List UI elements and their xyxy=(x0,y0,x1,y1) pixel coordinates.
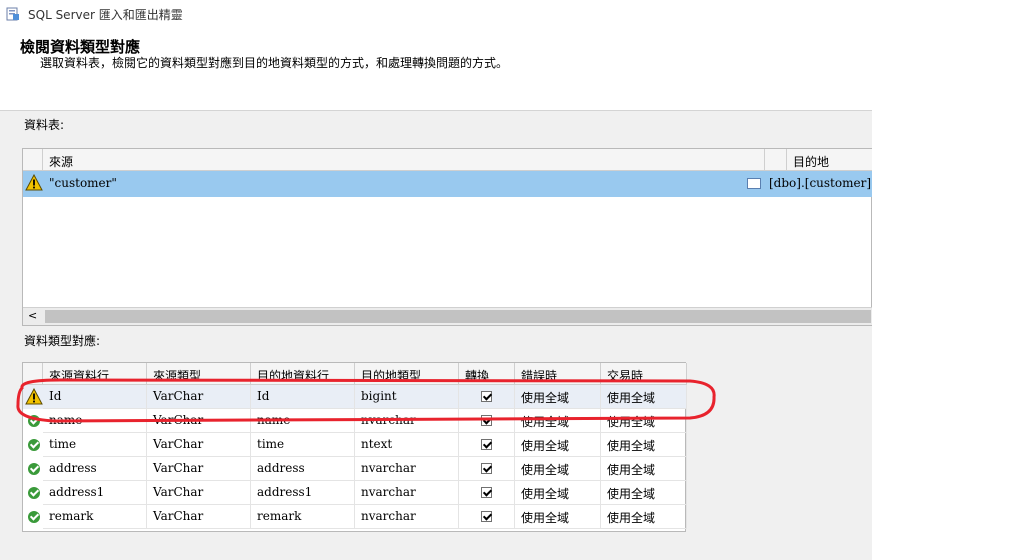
red-highlight-ellipse xyxy=(16,378,716,423)
red-annotation-overlay xyxy=(16,378,716,423)
